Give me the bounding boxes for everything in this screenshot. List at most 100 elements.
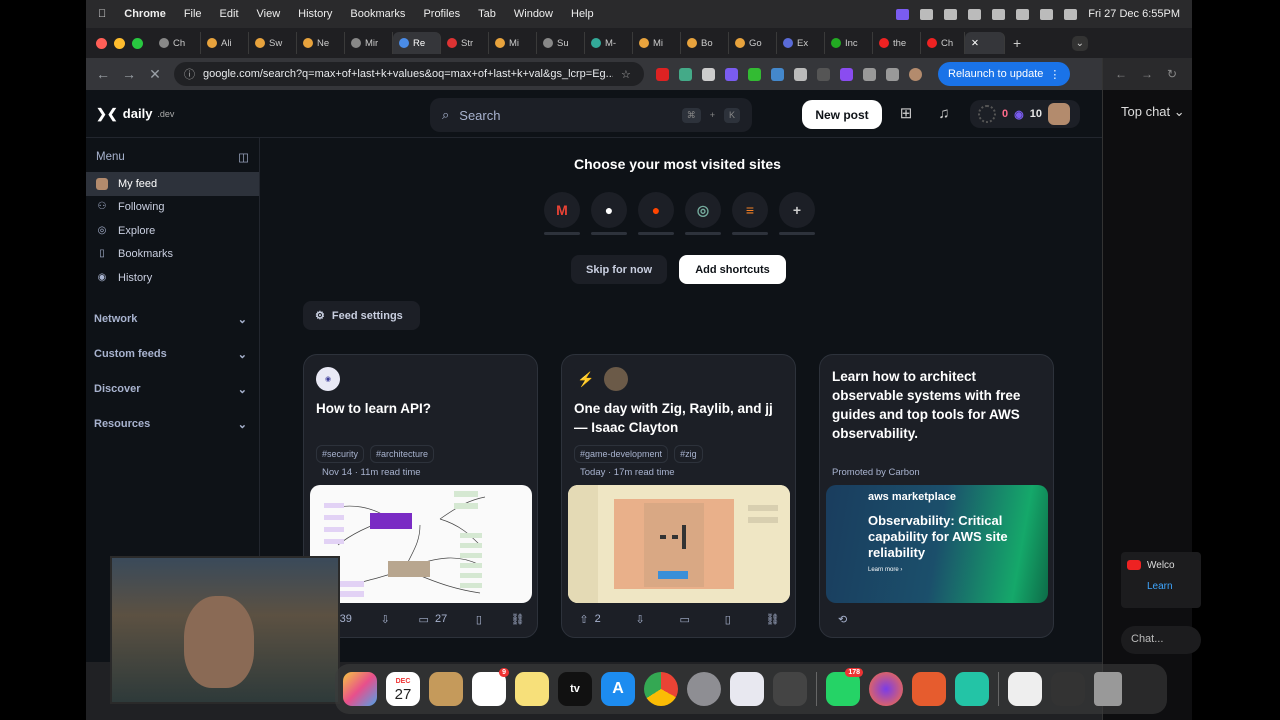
extension-icon[interactable] (817, 67, 830, 81)
sidebar-item-bookmarks[interactable]: ▯ Bookmarks (86, 243, 259, 267)
back-icon[interactable]: ← (1115, 67, 1127, 81)
browser-tab[interactable]: Go (729, 32, 777, 54)
browser-tab[interactable]: Ch (153, 32, 201, 54)
comment-button[interactable]: ▭ 27 (419, 613, 448, 626)
menubar-app-name[interactable]: Chrome (124, 8, 166, 20)
reddit-shortcut[interactable]: ● (638, 192, 674, 228)
browser-tab[interactable]: Str (441, 32, 489, 54)
url-text[interactable]: google.com/search?q=max+of+last+k+values… (203, 68, 613, 80)
browser-tab[interactable]: M- (585, 32, 633, 54)
browser-tab-active[interactable]: Re (393, 32, 441, 54)
firefox-app-icon[interactable] (869, 672, 903, 706)
browser-tab[interactable]: Su (537, 32, 585, 54)
tab-search-button[interactable]: ⌄ (1071, 35, 1088, 51)
sidebar-section-custom-feeds[interactable]: Custom feeds ⌄ (86, 337, 259, 372)
search-input[interactable]: ⌕ Search ⌘ + K (430, 98, 752, 132)
browser-tab[interactable]: Inc (825, 32, 873, 54)
menu-profiles[interactable]: Profiles (423, 8, 460, 20)
app-store-icon[interactable]: A (601, 672, 635, 706)
menu-window[interactable]: Window (514, 8, 553, 20)
extension-icon[interactable] (771, 67, 784, 81)
chat-input[interactable]: Chat... (1121, 626, 1201, 654)
menu-edit[interactable]: Edit (220, 8, 239, 20)
gmail-shortcut[interactable]: M (544, 192, 580, 228)
vlc-app-icon[interactable] (912, 672, 946, 706)
extension-icon[interactable] (725, 67, 738, 81)
bell-icon[interactable]: ♫ (935, 105, 953, 123)
menu-bookmarks[interactable]: Bookmarks (350, 8, 405, 20)
browser-tab[interactable]: Mir (345, 32, 393, 54)
bookmark-button[interactable]: ▯ (476, 613, 482, 626)
system-settings-icon[interactable] (687, 672, 721, 706)
browser-tab[interactable]: Ali (201, 32, 249, 54)
forward-button[interactable]: → (122, 66, 136, 82)
chrome-app-icon[interactable] (644, 672, 678, 706)
address-bar[interactable]: ⓘ google.com/search?q=max+of+last+k+valu… (174, 62, 644, 86)
browser-tab[interactable]: Sw (249, 32, 297, 54)
sidebar-item-explore[interactable]: ◎ Explore (86, 219, 259, 243)
relaunch-button[interactable]: Relaunch to update ⋮ (938, 62, 1071, 86)
sidebar-section-network[interactable]: Network ⌄ (86, 302, 259, 337)
downvote-button[interactable]: ⇩ (636, 613, 645, 626)
browser-tab[interactable]: Ne (297, 32, 345, 54)
document-stack-icon[interactable] (1008, 672, 1042, 706)
calendar-app-icon[interactable]: DEC 27 (386, 672, 420, 706)
close-window-button[interactable] (96, 37, 107, 49)
menu-view[interactable]: View (257, 8, 281, 20)
reading-list-icon[interactable] (886, 67, 899, 81)
browser-tab[interactable]: Ex (777, 32, 825, 54)
zig-source-icon[interactable]: ⚡ (574, 367, 598, 391)
sidebar-section-resources[interactable]: Resources ⌄ (86, 407, 259, 442)
browser-tab[interactable]: Bo (681, 32, 729, 54)
extension-icon[interactable] (702, 67, 715, 81)
tag[interactable]: #zig (674, 445, 703, 463)
menu-history[interactable]: History (298, 8, 332, 20)
skip-button[interactable]: Skip for now (571, 255, 667, 284)
ad-banner[interactable]: aws marketplace Observability: Critical … (826, 485, 1048, 603)
chatgpt-shortcut[interactable]: ◎ (685, 192, 721, 228)
learn-link[interactable]: Learn (1127, 581, 1195, 592)
forward-icon[interactable]: → (1141, 67, 1153, 81)
status-icon[interactable] (944, 8, 958, 20)
stackoverflow-shortcut[interactable]: ≡ (732, 192, 768, 228)
screen-recorder-app-icon[interactable] (955, 672, 989, 706)
avatar[interactable] (1047, 103, 1070, 125)
bookmark-button[interactable]: ▯ (725, 613, 731, 626)
close-tab-icon[interactable]: ✕ (971, 38, 979, 49)
promoted-card[interactable]: Learn how to architect observable system… (819, 354, 1054, 638)
sidebar-item-my-feed[interactable]: My feed (86, 172, 259, 196)
tag[interactable]: #security (316, 445, 365, 463)
github-shortcut[interactable]: ● (591, 192, 627, 228)
extension-icon[interactable] (794, 67, 807, 81)
menubar-clock[interactable]: Fri 27 Dec 6:55PM (1088, 8, 1180, 20)
extension-icon[interactable] (748, 67, 761, 81)
browser-tab-current[interactable]: ✕ (965, 32, 1005, 54)
sidebar-item-following[interactable]: ⚇ Following (86, 196, 259, 220)
control-center-icon[interactable] (1064, 8, 1078, 20)
site-info-icon[interactable]: ⓘ (184, 66, 195, 82)
browser-tab[interactable]: Mi (489, 32, 537, 54)
iphone-mirroring-icon[interactable] (773, 672, 807, 706)
new-post-button[interactable]: New post (802, 100, 882, 129)
article-thumbnail[interactable] (568, 485, 790, 603)
tag[interactable]: #game-development (574, 445, 669, 463)
puzzle-icon[interactable] (863, 67, 876, 81)
menu-tab[interactable]: Tab (478, 8, 496, 20)
apple-tv-app-icon[interactable]: tv (558, 672, 592, 706)
dailydev-logo[interactable]: ❯❮ daily .dev (86, 106, 174, 122)
tag[interactable]: #architecture (370, 445, 435, 463)
comment-button[interactable]: ▭ (680, 613, 690, 626)
whatsapp-app-icon[interactable]: 178 (826, 668, 863, 706)
reminders-app-icon[interactable]: 9 (472, 668, 509, 706)
ad-cta[interactable]: Learn more › (868, 567, 1038, 573)
contacts-app-icon[interactable] (429, 672, 463, 706)
upvote-button[interactable]: ⇧ 2 (579, 613, 600, 626)
extension-icon[interactable] (840, 67, 853, 81)
add-shortcuts-button[interactable]: Add shortcuts (679, 255, 786, 284)
user-stats[interactable]: 0 ◉ 10 (970, 100, 1080, 128)
trash-icon[interactable] (1094, 672, 1122, 706)
notes-app-icon[interactable] (515, 672, 549, 706)
menu-file[interactable]: File (184, 8, 202, 20)
extension-icon[interactable] (679, 67, 692, 81)
screen-record-icon[interactable] (896, 8, 910, 20)
